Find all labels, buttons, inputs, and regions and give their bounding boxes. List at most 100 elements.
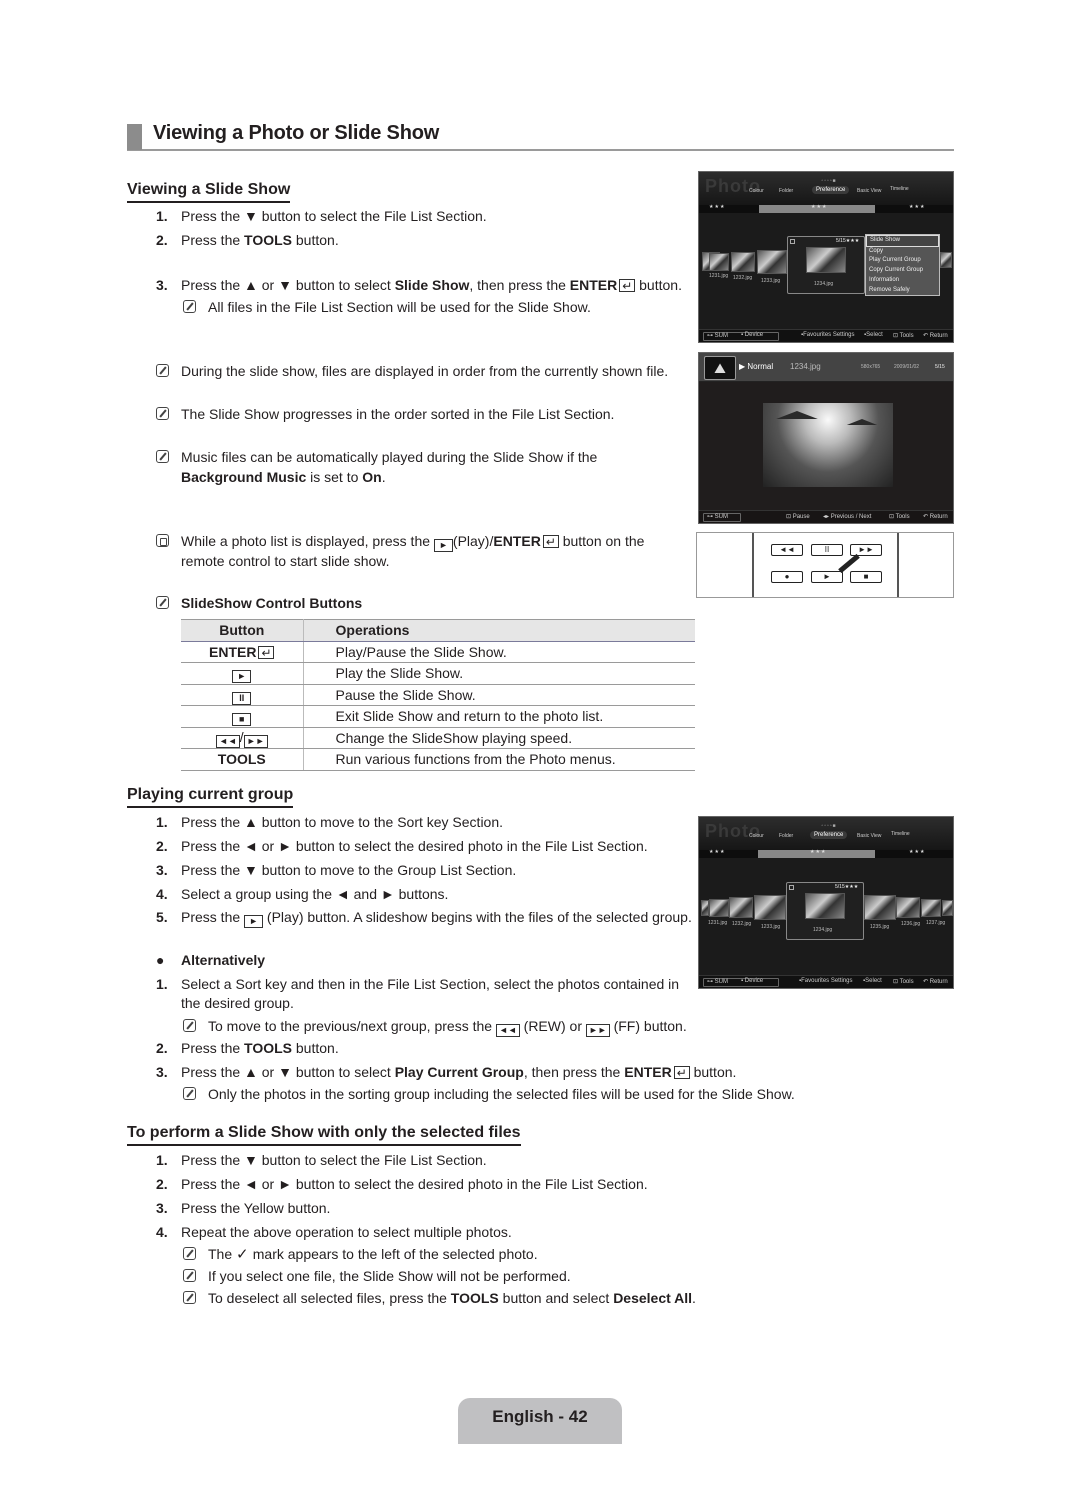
file-name: 1233.jpg [761, 278, 781, 284]
group-selected: ★★★ [759, 204, 875, 213]
group-stars: ★★★ [810, 849, 827, 855]
note-icon [183, 1269, 196, 1282]
step-text: Press the TOOLS button. [181, 231, 339, 249]
step-text: Repeat the above operation to select mul… [181, 1224, 512, 1240]
favourites: Favourites Settings [803, 332, 855, 338]
step-number: 1. [156, 814, 168, 830]
screenshot-slideshow-view: ⛰ ▶ Normal 1234.jpg 580x765 2009/01/02 5… [698, 352, 954, 524]
sort-key-colour: Colour [749, 833, 764, 839]
thumbnail [921, 899, 941, 917]
text: Press the [181, 232, 245, 248]
remote-edge [897, 533, 899, 597]
header-button: Button [181, 619, 304, 642]
alt-heading: Alternatively [181, 952, 266, 968]
button-cell: ENTER [181, 641, 304, 663]
step-number: 2. [156, 1040, 168, 1056]
remote-hand-icon [156, 534, 169, 547]
note-text: During the slide show, files are display… [181, 363, 669, 379]
text: To deselect all selected files, press th… [208, 1290, 451, 1306]
group-list-bar: ★★★ ★★★ ★★★ [699, 204, 953, 213]
mode-label: ▶ Normal [739, 362, 774, 371]
counter: 5/15 [935, 364, 945, 370]
sort-key-folder: Folder [779, 833, 794, 839]
text: While a photo list is displayed, press t… [181, 533, 434, 549]
step-number: 4. [156, 1224, 168, 1240]
step-text: Press the Yellow button. [181, 1200, 331, 1216]
section-title-bar: Viewing a Photo or Slide Show [127, 122, 954, 151]
heading-playing-current-group: Playing current group [127, 785, 294, 808]
text: is set to [306, 469, 363, 485]
select: Select [865, 978, 882, 984]
rew-button: ◄◄ [771, 544, 803, 556]
note-text: The ✓ mark appears to the left of the se… [208, 1245, 538, 1264]
screenshot-photo-browser-tools: Photo ▫▫▫▫■ Colour Folder Preference Bas… [698, 171, 954, 343]
sort-key-bar: Photo ▫▫▫▫■ Colour Folder Preference Bas… [699, 172, 953, 205]
screenshot-photo-browser-group: Photo ▫▫▫▫■ Colour Folder Preference Bas… [698, 816, 954, 989]
counter: 5/15 [835, 884, 845, 890]
bold-text: On [362, 469, 382, 485]
sum-label: ⊶ SUM [707, 333, 729, 339]
file-name: 1231.jpg [708, 920, 728, 926]
thumbnail [757, 250, 787, 274]
remote-edge [752, 533, 754, 597]
rew-icon: ◄◄ [495, 1024, 520, 1037]
step-number: 5. [156, 909, 168, 925]
text: button. [292, 1040, 339, 1056]
step-text: Press the TOOLS button. [181, 1039, 339, 1057]
pause-button: II [811, 544, 843, 556]
hut-roof [776, 411, 818, 419]
resolution: 580x765 [861, 364, 881, 370]
sort-key-folder: Folder [779, 188, 794, 194]
page-title: Viewing a Photo or Slide Show [153, 122, 440, 144]
thumbnail [896, 897, 920, 918]
table-row: ► Play the Slide Show. [181, 662, 695, 685]
bold-text: TOOLS [244, 232, 292, 248]
note-icon [183, 1291, 196, 1304]
bold-text: Play Current Group [394, 1064, 524, 1080]
menu-item-information[interactable]: Information [866, 276, 939, 286]
focus-counter: 5/15★★★ [836, 238, 860, 244]
file-name: 1233.jpg [761, 924, 781, 930]
thumbnail [701, 900, 709, 916]
controls-heading: SlideShow Control Buttons [181, 595, 363, 611]
note-icon [156, 407, 169, 420]
menu-item-copy-current-group[interactable]: Copy Current Group [866, 266, 939, 276]
tools: Tools [899, 333, 914, 339]
tools-label: ⊡ Tools [893, 333, 914, 339]
menu-item-copy[interactable]: Copy [866, 247, 939, 257]
record-button: ● [771, 571, 803, 583]
focused-thumbnail [806, 247, 846, 273]
text: (Play) button. A slideshow begins with t… [263, 909, 692, 925]
menu-item-remove-safely[interactable]: Remove Safely [866, 286, 939, 296]
menu-item-slide-show[interactable]: Slide Show [866, 235, 939, 247]
step-text: Press the ▲ or ▼ button to select Slide … [181, 276, 682, 295]
menu-item-play-current-group[interactable]: Play Current Group [866, 256, 939, 266]
ff-icon: ►► [243, 734, 268, 748]
pause-label: ⊡ Pause [786, 514, 810, 520]
prev-next: Previous / Next [830, 514, 872, 520]
play-icon: ► [433, 539, 453, 552]
bold-text: TOOLS [450, 1290, 499, 1306]
sort-key-timeline: Timeline [890, 186, 909, 192]
step-text: Select a Sort key and then in the File L… [181, 976, 680, 992]
sort-key-preference: Preference [810, 831, 848, 839]
note-icon [183, 1247, 196, 1260]
operation-cell: Exit Slide Show and return to the photo … [303, 705, 695, 728]
text: Press the ▲ or ▼ button to select [181, 277, 395, 293]
hut-roof [846, 419, 878, 425]
photo-app-icon: ⛰ [704, 356, 736, 380]
note-icon [156, 364, 169, 377]
controls-table: Button Operations ENTER Play/Pause the S… [181, 619, 695, 771]
bottom-help-bar: ⊶ SUM ▪ Device ▪Favourites Settings ▪Sel… [699, 329, 953, 342]
text: (REW) or [519, 1018, 586, 1034]
thumbnail [940, 252, 952, 268]
favourites: Favourites Settings [801, 978, 853, 984]
tools-label: TOOLS [181, 748, 304, 771]
note-text-line2: remote control to start slide show. [181, 553, 390, 569]
play-button: ► [811, 571, 843, 583]
operation-cell: Run various functions from the Photo men… [303, 748, 695, 771]
pause: Pause [792, 514, 810, 520]
text: button. [689, 1064, 737, 1080]
group-stars: ★★★ [909, 849, 926, 855]
enter-label: ENTER [209, 643, 257, 660]
